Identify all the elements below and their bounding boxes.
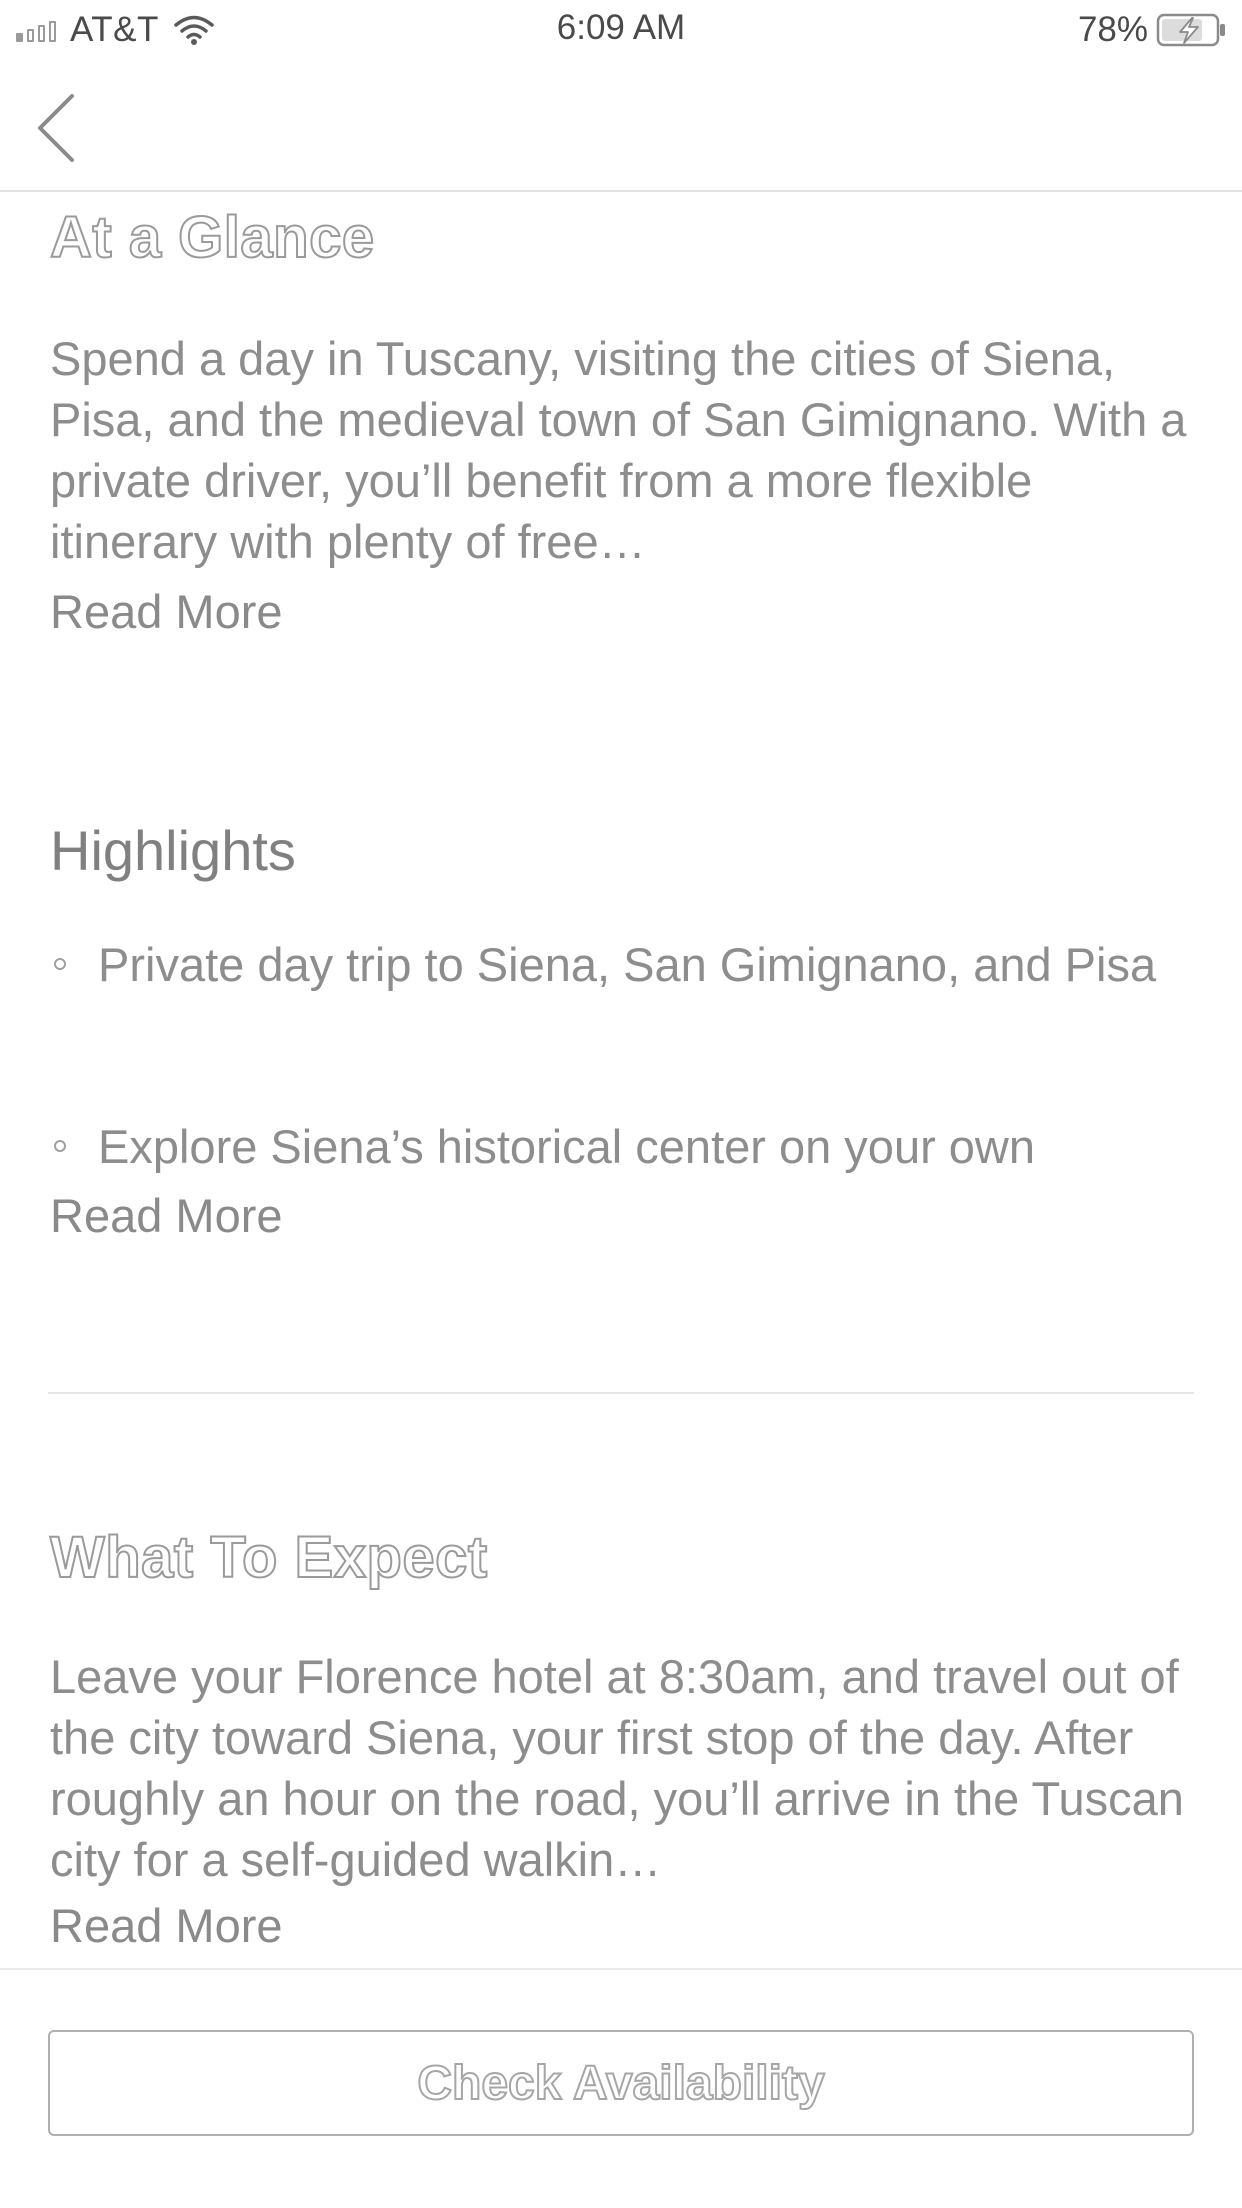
what-to-expect-body: Leave your Florence hotel at 8:30am, and… — [50, 1650, 1184, 1886]
battery-percentage: 78% — [1077, 10, 1148, 49]
highlight-item-text: Private day trip to Siena, San Gimignano… — [98, 938, 1157, 991]
check-availability-button[interactable]: Check Availability — [48, 2030, 1194, 2136]
at-a-glance-body: Spend a day in Tuscany, visiting the cit… — [50, 332, 1187, 568]
highlight-list-item: Private day trip to Siena, San Gimignano… — [50, 934, 1200, 995]
bullet-icon — [54, 958, 66, 970]
what-to-expect-title: What To Expect — [49, 1524, 488, 1591]
back-button[interactable] — [30, 88, 90, 168]
battery-charging-icon — [1156, 13, 1225, 47]
chevron-left-icon — [38, 94, 74, 162]
check-availability-label: Check Availability — [416, 2056, 825, 2111]
section-divider — [48, 1392, 1194, 1394]
status-bar: AT&T 6:09 AM 78% — [0, 0, 1242, 60]
at-a-glance-title: At a Glance — [49, 204, 375, 271]
bullet-icon — [54, 1140, 66, 1152]
highlights-title: Highlights — [50, 819, 296, 882]
status-right: 78% — [1078, 8, 1228, 52]
screen: AT&T 6:09 AM 78% At a Glance Spend a day… — [0, 0, 1242, 2208]
at-a-glance-read-more-link[interactable]: Read More — [50, 584, 283, 639]
scroll-content[interactable]: At a Glance Spend a day in Tuscany, visi… — [0, 192, 1242, 1968]
bottom-action-bar: Check Availability — [0, 1968, 1242, 2208]
navigation-bar — [0, 60, 1242, 192]
what-to-expect-read-more-link[interactable]: Read More — [50, 1898, 283, 1953]
highlights-read-more-link[interactable]: Read More — [50, 1188, 283, 1243]
status-time: 6:09 AM — [556, 8, 686, 47]
highlight-item-text: Explore Siena’s historical center on you… — [98, 1120, 1036, 1173]
highlight-list-item: Explore Siena’s historical center on you… — [50, 1116, 1200, 1177]
